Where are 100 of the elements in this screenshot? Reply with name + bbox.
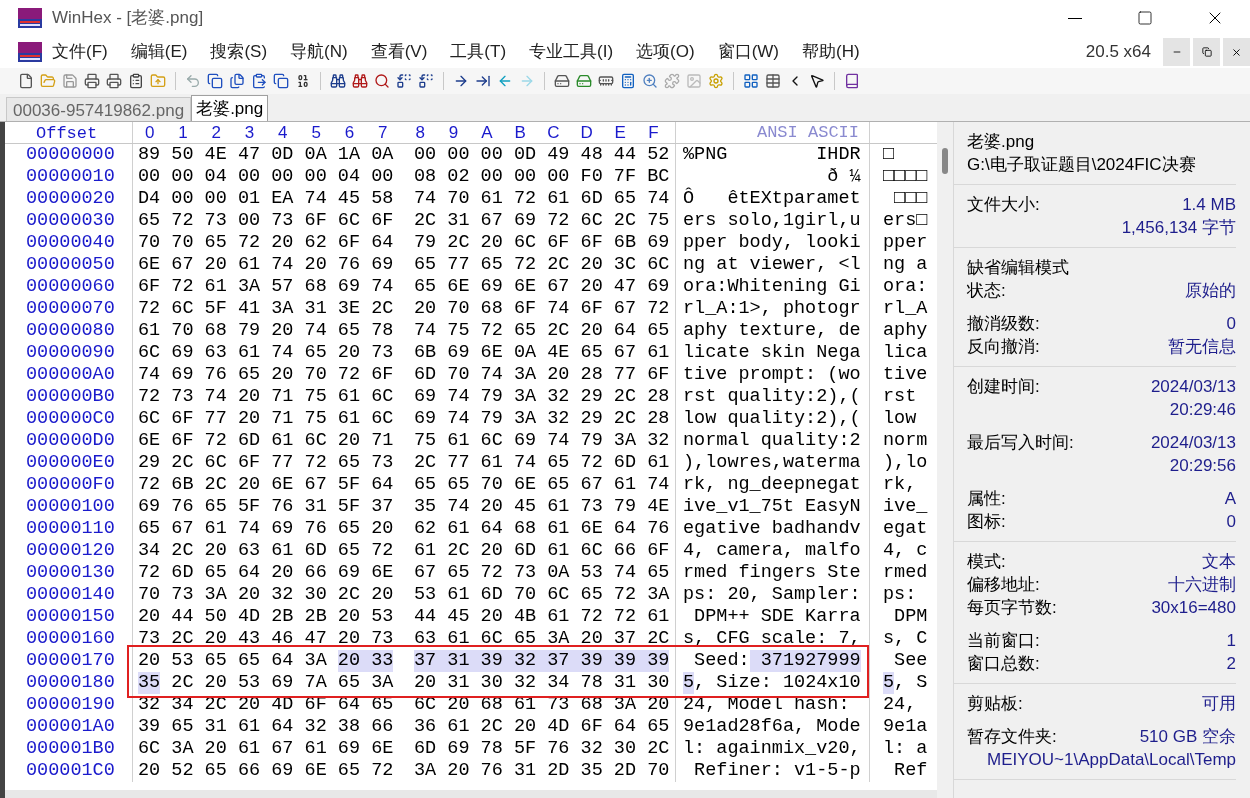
search-icon[interactable] <box>374 73 390 89</box>
offset-label: 00000040 <box>26 232 115 253</box>
replace-icon[interactable] <box>418 73 434 89</box>
text-column: low <box>883 408 917 430</box>
hex-bytes: 20 33 <box>337 650 394 672</box>
file-path: G:\电子取证题目\2024FIC决赛 <box>967 154 1197 176</box>
offset-label: 00000100 <box>26 496 115 517</box>
arrow-to-line-icon[interactable] <box>475 73 491 89</box>
binoculars-icon[interactable] <box>330 73 346 89</box>
arrow-left-icon[interactable] <box>497 73 513 89</box>
binoculars-icon[interactable] <box>352 73 368 89</box>
pointer-icon[interactable] <box>809 73 825 89</box>
menu-item[interactable]: 工具(T) <box>450 39 507 65</box>
info-label: 状态: <box>967 280 1006 302</box>
ansi-text: ps: 20, Sampler: <box>683 584 861 606</box>
offset-label: 000000B0 <box>26 386 115 407</box>
ansi-text: aphy texture, de <box>683 320 861 342</box>
menu-item[interactable]: 查看(V) <box>370 39 428 65</box>
offset-label: 00000080 <box>26 320 115 341</box>
menu-item[interactable]: 搜索(S) <box>210 39 268 65</box>
offset-label: 000000A0 <box>26 364 115 385</box>
hex-bytes: 74 70 61 72 61 6D 65 74 <box>414 188 670 210</box>
new-file-icon[interactable] <box>18 73 34 89</box>
hex-bytes: 53 61 6D 70 6C 65 72 3A <box>414 584 670 606</box>
info-value: 2 <box>1226 653 1236 675</box>
paste-icon[interactable] <box>251 73 267 89</box>
info-label: 暂存文件夹: <box>967 726 1057 748</box>
copy-icon[interactable] <box>273 73 289 89</box>
ansi-text: rl_A:1>, photogr <box>683 298 861 320</box>
clipboard-icon[interactable] <box>128 73 144 89</box>
scrollbar-thumb[interactable] <box>942 148 948 174</box>
ansi-text: ora:Whitening Gi <box>683 276 861 298</box>
binary-icon[interactable] <box>295 73 311 89</box>
text-column: Ref <box>883 760 928 782</box>
table-icon[interactable] <box>765 73 781 89</box>
column-header: 7 <box>378 122 388 143</box>
column-header: 1 <box>178 122 188 143</box>
text-column: , S <box>894 672 928 694</box>
calculator-icon[interactable] <box>620 73 636 89</box>
hex-bytes: 6D 70 74 3A 20 28 77 6F <box>414 364 670 386</box>
info-value: 2024/03/13 <box>1150 376 1236 398</box>
hard-drive-icon[interactable] <box>576 73 592 89</box>
save-icon[interactable] <box>62 73 78 89</box>
hex-bytes: 37 31 39 32 37 39 39 39 <box>414 650 670 672</box>
memory-icon[interactable] <box>598 73 614 89</box>
column-header: 0 <box>144 122 155 143</box>
printer-icon[interactable] <box>84 73 100 89</box>
hex-bytes: 69 74 79 3A 32 29 2C 28 <box>414 408 670 430</box>
hex-bytes: 29 2C 6C 6F 77 72 65 73 <box>138 452 394 474</box>
ansi-text: ive_v1_75t EasyN <box>683 496 861 518</box>
files-icon[interactable] <box>229 73 245 89</box>
offset-label: 00000010 <box>26 166 115 187</box>
hex-bytes: 73 2C 20 43 46 47 20 73 <box>138 628 394 650</box>
info-label: 偏移地址: <box>967 574 1040 596</box>
printer-icon[interactable] <box>106 73 122 89</box>
hex-bytes: 74 69 76 65 20 70 72 6F <box>138 364 394 386</box>
tab[interactable]: 老婆.png <box>191 95 269 121</box>
ansi-text: normal quality:2 <box>683 430 861 452</box>
column-header: 3 <box>244 122 255 143</box>
text-column: ng a <box>883 254 928 276</box>
app-logo-icon <box>18 42 42 62</box>
zoom-icon[interactable] <box>642 73 658 89</box>
column-header: B <box>514 122 526 143</box>
offset-label: 00000020 <box>26 188 115 209</box>
restore-button[interactable] <box>1193 38 1220 66</box>
menu-item[interactable]: 窗口(W) <box>717 39 780 65</box>
offset-label: 00000190 <box>26 694 115 715</box>
offset-label: 000000E0 <box>26 452 115 473</box>
ansi-text: licate skin Nega <box>683 342 861 364</box>
column-header: 2 <box>211 122 221 143</box>
tab[interactable]: 00036-957419862.png <box>6 97 192 121</box>
hex-bytes: 36 61 2C 20 4D 6F 64 65 <box>414 716 670 738</box>
hex-bytes: 6C 3A 20 61 67 61 69 6E <box>138 738 394 760</box>
hard-drive-icon[interactable] <box>554 73 570 89</box>
copy-icon[interactable] <box>207 73 223 89</box>
book-icon[interactable] <box>844 73 860 89</box>
horizontal-scrollbar[interactable] <box>5 790 937 798</box>
hex-bytes: 00 00 00 0D 49 48 44 52 <box>414 144 670 166</box>
replace-icon[interactable] <box>396 73 412 89</box>
grid-icon[interactable] <box>743 73 759 89</box>
text-column: lica <box>883 342 928 364</box>
offset-label: 00000180 <box>26 672 115 693</box>
hex-bytes: 20 31 30 32 34 78 31 30 <box>414 672 670 694</box>
menu-item[interactable]: 编辑(E) <box>130 39 188 65</box>
text-column: norm <box>883 430 928 452</box>
maximize-icon <box>1137 10 1153 26</box>
text-column: □ <box>883 144 895 166</box>
column-header: 9 <box>448 122 459 143</box>
menu-item[interactable]: 专业工具(I) <box>529 39 614 65</box>
ansi-text: 371927999 <box>749 650 861 672</box>
offset-label: 00000050 <box>26 254 115 275</box>
ansi-text: ers solo,1girl,u <box>683 210 861 232</box>
menu-item[interactable]: 文件(F) <box>52 39 108 65</box>
hex-bytes: 2C 20 53 69 7A 65 3A <box>171 672 394 694</box>
menu-item[interactable]: 帮助(H) <box>802 39 860 65</box>
info-value: 暂无信息 <box>1168 336 1236 358</box>
menu-item[interactable]: 导航(N) <box>290 39 348 65</box>
arrow-right-icon[interactable] <box>453 73 469 89</box>
menu-item[interactable]: 选项(O) <box>636 39 695 65</box>
hex-bytes: 65 72 73 00 73 6F 6C 6F <box>138 210 394 232</box>
